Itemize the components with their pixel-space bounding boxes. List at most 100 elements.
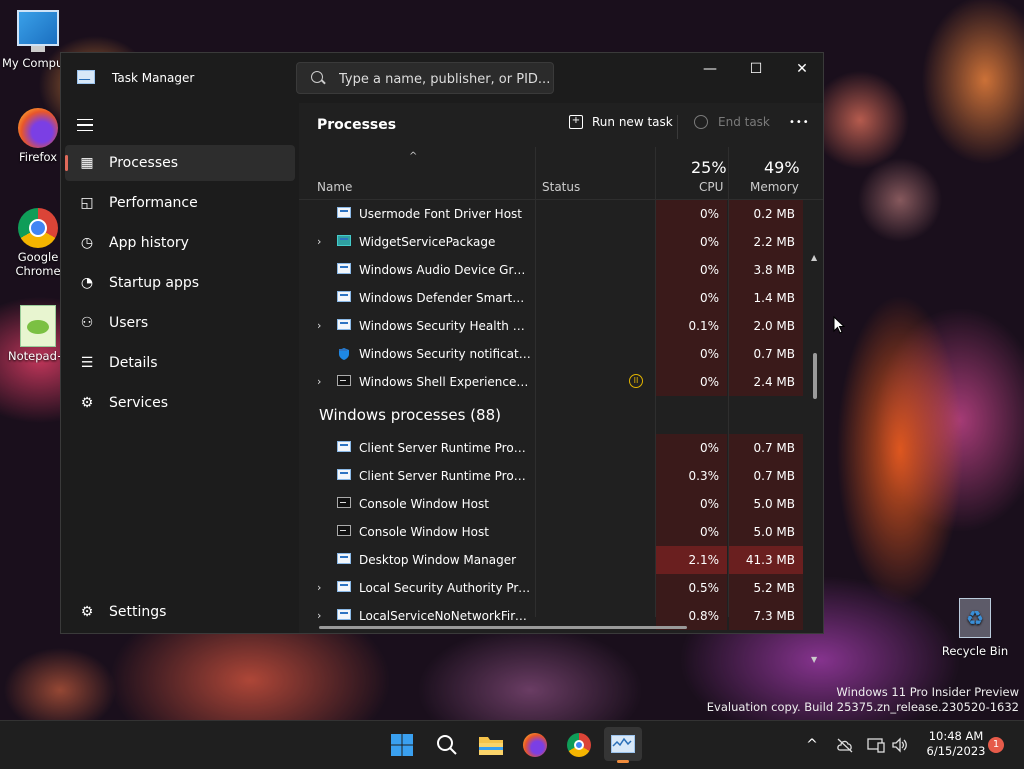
table-row[interactable]: › WidgetServicePackage 0% 2.2 MB xyxy=(299,228,805,256)
memory-cell: 0.2 MB xyxy=(729,200,803,228)
chevron-up-icon[interactable]: ^ xyxy=(798,731,826,759)
cpu-value: 0% xyxy=(699,497,719,511)
table-row[interactable]: Desktop Window Manager 2.1% 41.3 MB xyxy=(299,546,805,574)
sidebar-item-label: Settings xyxy=(109,604,167,620)
memory-value: 0.2 MB xyxy=(753,207,795,221)
table-row[interactable]: Windows Security notification... 0% 0.7 … xyxy=(299,340,805,368)
sidebar-item-settings[interactable]: ⚙ Settings xyxy=(65,594,295,630)
chevron-right-icon[interactable]: › xyxy=(317,319,321,332)
volume-icon[interactable] xyxy=(886,731,914,759)
performance-icon: ◱ xyxy=(80,195,94,211)
table-row[interactable]: › Windows Security Health Servi... 0.1% … xyxy=(299,312,805,340)
sidebar-item-performance[interactable]: ◱ Performance xyxy=(65,185,295,221)
watermark-line2: Evaluation copy. Build 25375.zn_release.… xyxy=(706,700,1019,714)
search-icon[interactable] xyxy=(433,731,461,759)
run-new-task-label: Run new task xyxy=(592,115,673,129)
process-name: Usermode Font Driver Host xyxy=(359,207,522,221)
notification-badge[interactable]: 1 xyxy=(988,737,1004,753)
firefox-icon xyxy=(18,108,58,148)
close-button[interactable]: ✕ xyxy=(779,53,825,85)
firefox-icon[interactable] xyxy=(521,731,549,759)
chevron-right-icon[interactable]: › xyxy=(317,609,321,622)
sidebar-item-details[interactable]: ☰ Details xyxy=(65,345,295,381)
cpu-cell: 0.1% xyxy=(656,312,728,340)
app-window-icon xyxy=(337,207,351,218)
memory-total[interactable]: 49% xyxy=(764,158,800,177)
process-name: LocalServiceNoNetworkFirewa... xyxy=(359,609,531,623)
watermark-line1: Windows 11 Pro Insider Preview xyxy=(836,685,1019,699)
scroll-down-arrow-icon[interactable]: ▼ xyxy=(811,655,817,664)
clock-time: 10:48 AM xyxy=(928,729,984,743)
cpu-value: 2.1% xyxy=(688,553,720,567)
table-row[interactable]: Windows Defender SmartScreen 0% 1.4 MB xyxy=(299,284,805,312)
desktop-icon-recycle-bin[interactable]: ♻ Recycle Bin xyxy=(937,598,1013,658)
task-manager-icon xyxy=(77,70,95,84)
command-bar: Processes + Run new task End task ••• xyxy=(299,103,823,147)
table-row[interactable]: Windows Audio Device Graph ... 0% 3.8 MB xyxy=(299,256,805,284)
cpu-cell: 0% xyxy=(656,368,728,396)
column-name[interactable]: Name xyxy=(317,180,352,194)
network-offline-icon[interactable] xyxy=(831,731,859,759)
table-row[interactable]: Client Server Runtime Process 0.3% 0.7 M… xyxy=(299,462,805,490)
cpu-cell: 0.3% xyxy=(656,462,728,490)
run-new-task-button[interactable]: + Run new task xyxy=(569,115,673,129)
sidebar-item-label: Processes xyxy=(109,155,179,171)
horizontal-scrollbar[interactable] xyxy=(319,626,687,629)
memory-value: 0.7 MB xyxy=(753,469,795,483)
process-name: Desktop Window Manager xyxy=(359,553,517,567)
scrollbar-thumb[interactable] xyxy=(813,353,817,399)
group-header[interactable]: Windows processes (88) xyxy=(299,396,805,434)
clock-date: 6/15/2023 xyxy=(926,744,986,758)
active-indicator xyxy=(617,760,629,763)
column-status[interactable]: Status xyxy=(542,180,580,194)
start-windows-icon[interactable] xyxy=(388,731,416,759)
notepad-icon xyxy=(20,305,56,347)
table-row[interactable]: › Local Security Authority Proce... 0.5%… xyxy=(299,574,805,602)
maximize-button[interactable]: ☐ xyxy=(733,53,779,85)
process-name: Local Security Authority Proce... xyxy=(359,581,531,595)
more-options-button[interactable]: ••• xyxy=(789,117,810,128)
chrome-icon[interactable] xyxy=(565,731,593,759)
sidebar-item-users[interactable]: ⚇ Users xyxy=(65,305,295,341)
chevron-right-icon[interactable]: › xyxy=(317,235,321,248)
sidebar-item-services[interactable]: ⚙ Services xyxy=(65,385,295,421)
chevron-right-icon[interactable]: › xyxy=(317,375,321,388)
hamburger-menu-icon[interactable] xyxy=(77,119,93,131)
cpu-total[interactable]: 25% xyxy=(691,158,727,177)
title-bar[interactable]: Task Manager — ☐ ✕ xyxy=(61,53,823,103)
cpu-value: 0.5% xyxy=(688,581,720,595)
cpu-value: 0% xyxy=(699,441,719,455)
task-manager-taskbar-icon[interactable] xyxy=(604,727,642,763)
sidebar-item-app-history[interactable]: ◷ App history xyxy=(65,225,295,261)
console-icon xyxy=(337,497,351,508)
minimize-button[interactable]: — xyxy=(687,53,733,85)
end-task-icon xyxy=(694,115,708,129)
chevron-right-icon[interactable]: › xyxy=(317,581,321,594)
search-box[interactable] xyxy=(296,62,554,94)
cpu-value: 0% xyxy=(699,235,719,249)
sidebar-item-startup-apps[interactable]: ◔ Startup apps xyxy=(65,265,295,301)
column-cpu[interactable]: CPU xyxy=(699,180,723,194)
memory-value: 3.8 MB xyxy=(753,263,795,277)
table-row[interactable]: Console Window Host 0% 5.0 MB xyxy=(299,518,805,546)
table-row[interactable]: › Windows Shell Experience Ho... II 0% 2… xyxy=(299,368,805,396)
file-explorer-icon[interactable] xyxy=(477,731,505,759)
clock[interactable]: 10:48 AM 6/15/2023 xyxy=(914,729,998,758)
scroll-up-arrow-icon[interactable]: ▲ xyxy=(811,253,817,262)
end-task-button[interactable]: End task xyxy=(694,115,770,129)
memory-value: 2.0 MB xyxy=(753,319,795,333)
vertical-scrollbar[interactable]: ▲ ▼ xyxy=(811,253,819,664)
column-memory[interactable]: Memory xyxy=(750,180,799,194)
table-row[interactable]: Console Window Host 0% 5.0 MB xyxy=(299,490,805,518)
memory-cell: 7.3 MB xyxy=(729,602,803,630)
search-input[interactable] xyxy=(337,69,551,89)
app-window-icon xyxy=(337,553,351,564)
sidebar-item-label: Performance xyxy=(109,195,198,211)
sort-chevron-up-icon: ^ xyxy=(409,151,418,162)
sidebar-item-label: App history xyxy=(109,235,189,251)
cpu-value: 0.8% xyxy=(688,609,720,623)
sidebar-item-processes[interactable]: ▦ Processes xyxy=(65,145,295,181)
table-row[interactable]: Client Server Runtime Process 0% 0.7 MB xyxy=(299,434,805,462)
details-icon: ☰ xyxy=(80,355,94,371)
table-row[interactable]: Usermode Font Driver Host 0% 0.2 MB xyxy=(299,200,805,228)
